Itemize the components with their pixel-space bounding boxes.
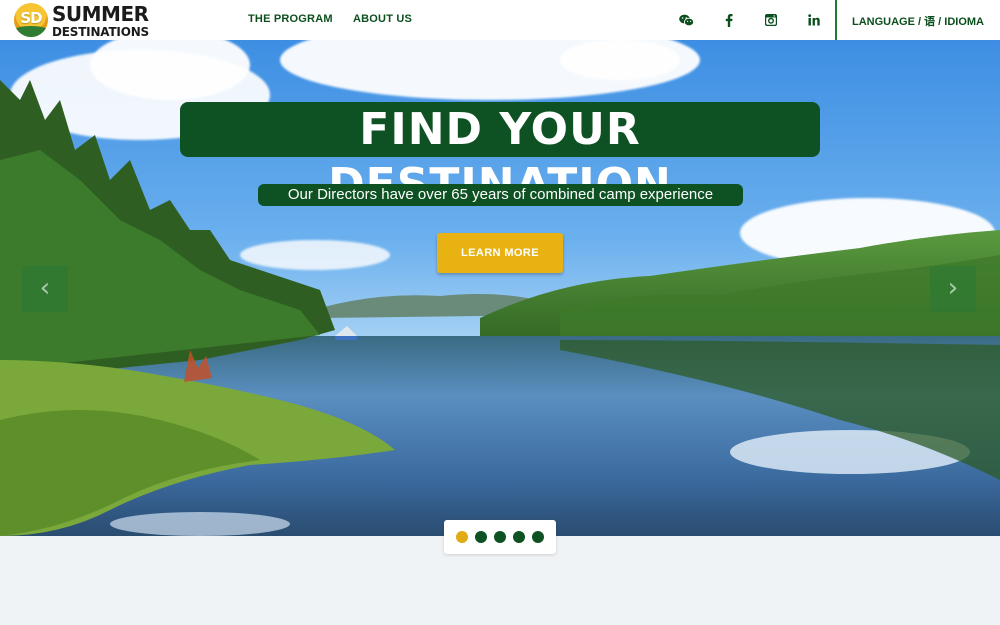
carousel-dot-1[interactable] (456, 531, 468, 543)
carousel-next-arrow[interactable]: › (930, 266, 976, 312)
wechat-icon[interactable] (676, 10, 696, 30)
carousel-dot-5[interactable] (532, 531, 544, 543)
carousel-prev-arrow[interactable]: ‹ (22, 266, 68, 312)
hero-carousel: FIND YOUR DESTINATION Our Directors have… (0, 40, 1000, 536)
logo-badge-text: SD (20, 9, 42, 27)
carousel-dot-2[interactable] (475, 531, 487, 543)
hero-subtitle: Our Directors have over 65 years of comb… (258, 184, 743, 206)
logo-line2: DESTINATIONS (52, 24, 149, 39)
logo-wordmark: SUMMER DESTINATIONS (52, 2, 149, 39)
learn-more-button[interactable]: LEARN MORE (437, 233, 563, 273)
site-header: SD SUMMER DESTINATIONS THE PROGRAM ABOUT… (0, 0, 1000, 40)
facebook-icon[interactable] (719, 10, 739, 30)
carousel-dot-4[interactable] (513, 531, 525, 543)
carousel-pagination (444, 520, 556, 554)
language-selector[interactable]: LANGUAGE / 语 / IDIOMA (852, 13, 984, 29)
logo-line1: SUMMER (52, 1, 149, 26)
nav-the-program[interactable]: THE PROGRAM (248, 13, 333, 25)
linkedin-icon[interactable] (804, 10, 824, 30)
logo[interactable]: SD SUMMER DESTINATIONS (14, 2, 149, 39)
header-divider (835, 0, 837, 40)
hero-title: FIND YOUR DESTINATION (180, 102, 820, 210)
carousel-dot-3[interactable] (494, 531, 506, 543)
logo-badge: SD (14, 3, 48, 37)
nav-about-us[interactable]: ABOUT US (353, 13, 412, 25)
instagram-icon[interactable] (761, 10, 781, 30)
